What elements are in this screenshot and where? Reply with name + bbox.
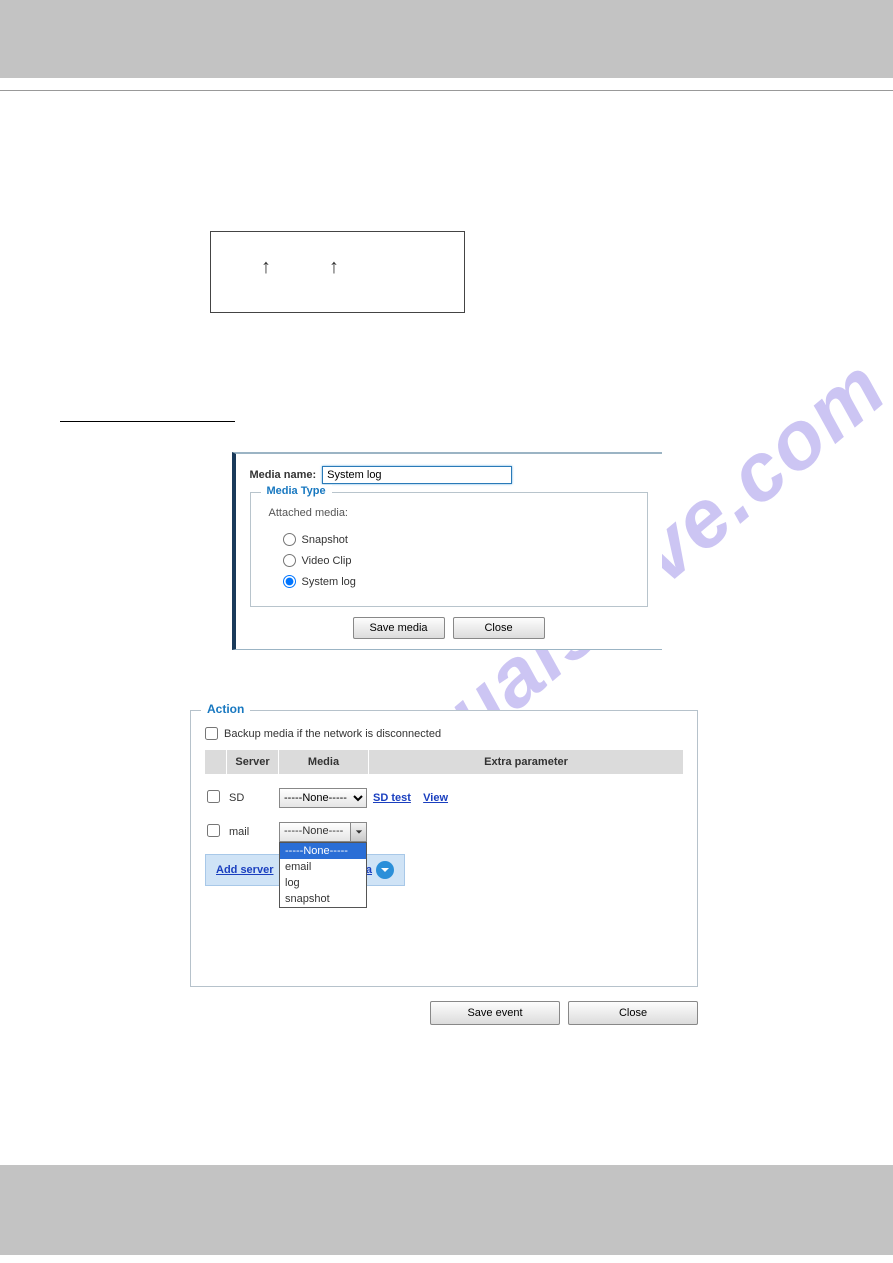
- add-server-link[interactable]: Add server: [216, 864, 273, 876]
- mail-checkbox[interactable]: [207, 824, 220, 837]
- col-extra: Extra parameter: [369, 750, 683, 774]
- option-system-log[interactable]: System log: [283, 575, 629, 588]
- dropdown-option-none[interactable]: -----None-----: [280, 843, 366, 859]
- section-heading-underline: [60, 421, 235, 422]
- backup-checkbox[interactable]: [205, 727, 218, 740]
- col-server: Server: [227, 750, 279, 774]
- media-settings-dialog: Media name: Media Type Attached media: S…: [232, 452, 662, 650]
- close-media-button[interactable]: Close: [453, 617, 545, 639]
- backup-media-option[interactable]: Backup media if the network is disconnec…: [205, 727, 683, 740]
- media-name-input[interactable]: [322, 466, 512, 484]
- col-media: Media: [279, 750, 369, 774]
- mail-select-value: -----None-----: [280, 823, 350, 841]
- mail-media-dropdown[interactable]: -----None----- email log snapshot: [279, 842, 367, 908]
- header-divider: [0, 90, 893, 91]
- page-footer-bar: [0, 1165, 893, 1255]
- chevron-down-icon[interactable]: [350, 823, 366, 841]
- attached-media-label: Attached media:: [269, 507, 629, 519]
- media-type-legend: Media Type: [261, 485, 332, 497]
- systemlog-radio[interactable]: [283, 575, 296, 588]
- option-video-clip[interactable]: Video Clip: [283, 554, 629, 567]
- save-media-button[interactable]: Save media: [353, 617, 445, 639]
- video-radio[interactable]: [283, 554, 296, 567]
- option-snapshot[interactable]: Snapshot: [283, 533, 629, 546]
- dropdown-option-log[interactable]: log: [280, 875, 366, 891]
- sd-server-label: SD: [227, 792, 279, 804]
- sd-media-select[interactable]: -----None-----: [279, 788, 367, 808]
- dropdown-option-email[interactable]: email: [280, 859, 366, 875]
- save-event-button[interactable]: Save event: [430, 1001, 560, 1025]
- page-header-bar: [0, 0, 893, 78]
- action-legend: Action: [201, 702, 250, 716]
- systemlog-label: System log: [302, 576, 356, 588]
- dropdown-option-snapshot[interactable]: snapshot: [280, 891, 366, 907]
- media-type-fieldset: Media Type Attached media: Snapshot Vide…: [250, 492, 648, 607]
- mail-media-select[interactable]: -----None----- -----None----- email log …: [279, 822, 372, 842]
- action-fieldset: Action Backup media if the network is di…: [190, 710, 698, 987]
- action-table-header: Server Media Extra parameter: [205, 750, 683, 774]
- up-arrow-icon: ↑: [329, 257, 339, 277]
- mail-server-label: mail: [227, 826, 279, 838]
- col-checkbox: [205, 750, 227, 774]
- snapshot-radio[interactable]: [283, 533, 296, 546]
- video-label: Video Clip: [302, 555, 352, 567]
- close-event-button[interactable]: Close: [568, 1001, 698, 1025]
- filename-diagram-box: ↑ ↑: [210, 231, 465, 313]
- expand-down-icon[interactable]: [376, 861, 394, 879]
- snapshot-label: Snapshot: [302, 534, 348, 546]
- sd-test-link[interactable]: SD test: [373, 792, 411, 804]
- media-name-label: Media name:: [250, 469, 317, 481]
- sd-checkbox[interactable]: [207, 790, 220, 803]
- action-row-sd: SD -----None----- SD test View: [205, 774, 683, 808]
- action-row-mail: mail -----None----- -----None----- email: [205, 808, 683, 842]
- view-link[interactable]: View: [423, 792, 448, 804]
- backup-label: Backup media if the network is disconnec…: [224, 728, 441, 740]
- up-arrow-icon: ↑: [261, 257, 271, 277]
